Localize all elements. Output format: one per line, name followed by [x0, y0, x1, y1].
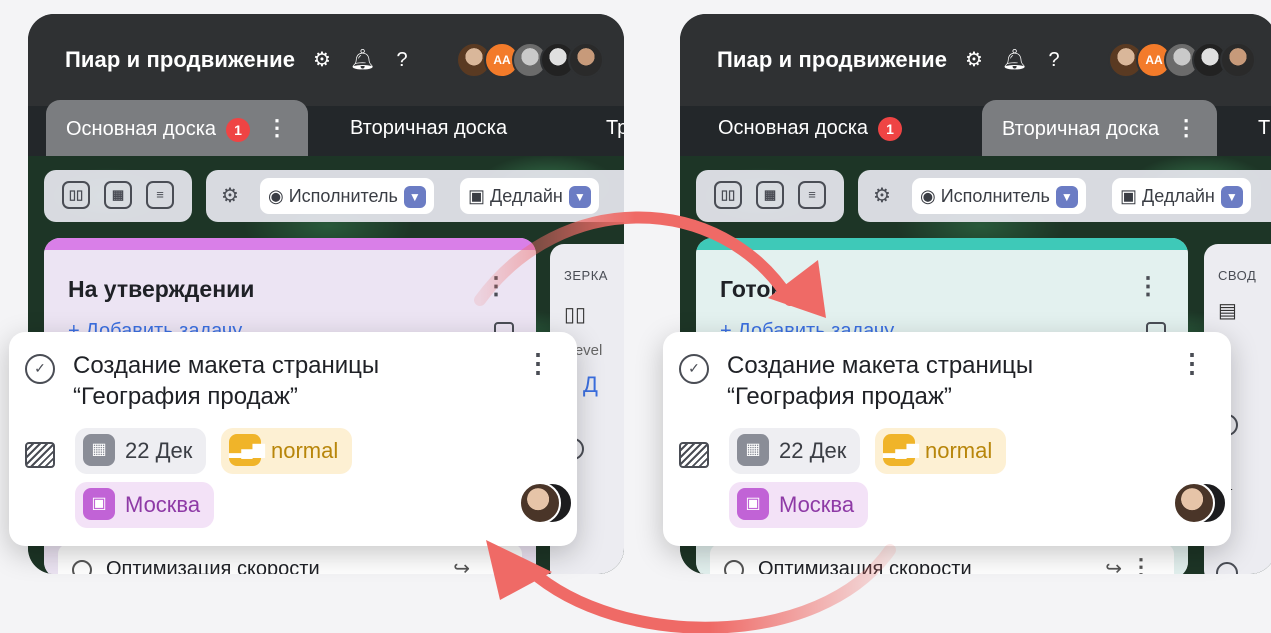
- swap-arrows-icon: [474, 211, 896, 633]
- arrow-bottom: [524, 544, 896, 633]
- arrow-top: [474, 211, 796, 306]
- arrow-bottom-head: [486, 540, 552, 600]
